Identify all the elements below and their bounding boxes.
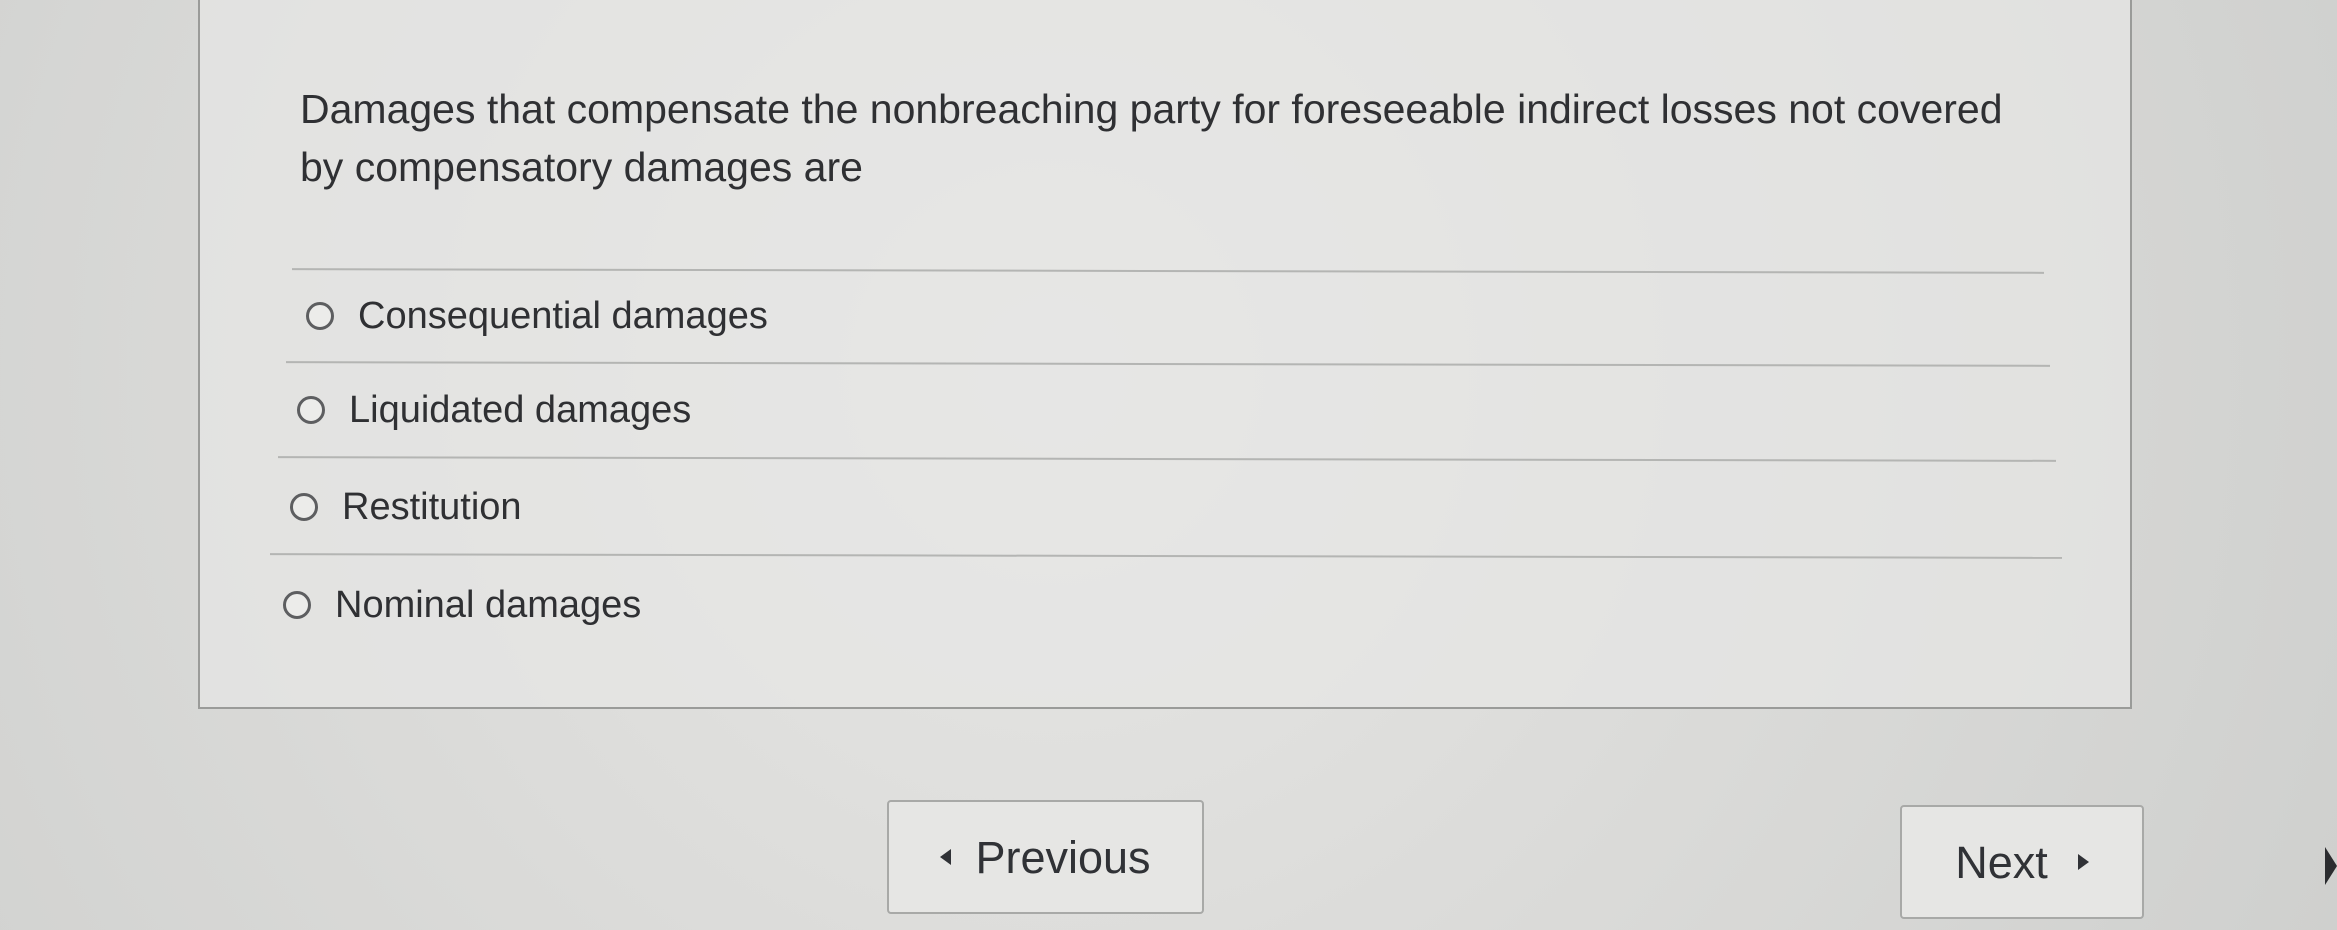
next-arrow-icon bbox=[2077, 854, 2089, 870]
previous-button[interactable]: Previous bbox=[887, 800, 1204, 914]
quiz-page: Damages that compensate the nonbreaching… bbox=[0, 0, 2337, 930]
radio-button-icon[interactable] bbox=[306, 302, 334, 330]
answer-option-label: Nominal damages bbox=[335, 583, 642, 626]
next-button[interactable]: Next bbox=[1900, 805, 2144, 919]
answer-option-nominal-damages[interactable]: Nominal damages bbox=[283, 570, 641, 640]
previous-arrow-icon bbox=[940, 849, 952, 865]
answer-option-label: Restitution bbox=[342, 485, 522, 528]
answer-option-label: Consequential damages bbox=[358, 294, 768, 337]
radio-button-icon[interactable] bbox=[283, 591, 311, 619]
answer-option-label: Liquidated damages bbox=[349, 388, 692, 431]
answer-option-consequential-damages[interactable]: Consequential damages bbox=[306, 281, 768, 351]
next-button-label: Next bbox=[1955, 836, 2048, 888]
answer-option-liquidated-damages[interactable]: Liquidated damages bbox=[297, 375, 691, 445]
right-edge-arrow-icon bbox=[2325, 847, 2337, 885]
answer-option-restitution[interactable]: Restitution bbox=[290, 472, 522, 542]
previous-button-label: Previous bbox=[975, 831, 1151, 883]
question-text: Damages that compensate the nonbreaching… bbox=[300, 86, 2003, 190]
radio-button-icon[interactable] bbox=[297, 396, 325, 424]
radio-button-icon[interactable] bbox=[290, 493, 318, 521]
